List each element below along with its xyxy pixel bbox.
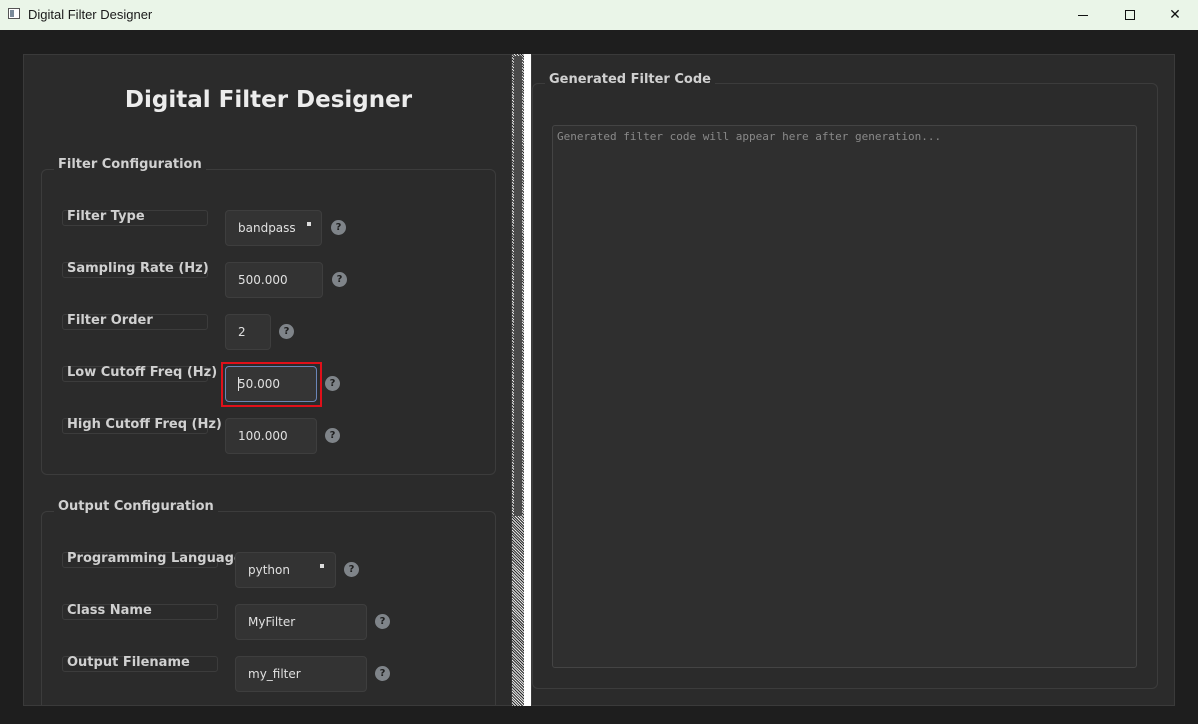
high-cutoff-help-icon[interactable]: ? — [325, 428, 340, 443]
minimize-button[interactable] — [1060, 0, 1106, 30]
sampling-rate-label: Sampling Rate (Hz) — [62, 262, 209, 278]
programming-language-combo[interactable]: python — [235, 552, 336, 588]
output-filename-input[interactable]: my_filter — [235, 656, 367, 692]
programming-language-value: python — [248, 563, 290, 577]
maximize-button[interactable] — [1107, 0, 1153, 30]
left-panel: Digital Filter Designer Filter Configura… — [23, 54, 512, 706]
minimize-icon — [1078, 14, 1088, 16]
output-filename-help-icon[interactable]: ? — [375, 666, 390, 681]
filter-type-label: Filter Type — [62, 210, 208, 226]
filter-configuration-title: Filter Configuration — [54, 157, 206, 172]
filter-order-input[interactable]: 2 — [225, 314, 271, 350]
scrollbar-thumb[interactable] — [514, 56, 522, 516]
high-cutoff-input[interactable]: 100.000 — [225, 418, 317, 454]
right-panel: Generated Filter Code Generated filter c… — [531, 54, 1175, 706]
programming-language-label: Programming Language — [62, 552, 243, 568]
dropdown-arrow-icon[interactable] — [320, 564, 324, 568]
output-configuration-title: Output Configuration — [54, 499, 218, 514]
window-titlebar: Digital Filter Designer ✕ — [0, 0, 1198, 30]
app-icon — [8, 8, 20, 19]
programming-language-help-icon[interactable]: ? — [344, 562, 359, 577]
dropdown-arrow-icon[interactable] — [307, 222, 311, 226]
class-name-help-icon[interactable]: ? — [375, 614, 390, 629]
page-title: Digital Filter Designer — [124, 87, 413, 113]
filter-type-help-icon[interactable]: ? — [331, 220, 346, 235]
low-cutoff-label: Low Cutoff Freq (Hz) — [62, 366, 217, 382]
close-button[interactable]: ✕ — [1152, 0, 1198, 30]
low-cutoff-help-icon[interactable]: ? — [325, 376, 340, 391]
filter-type-value: bandpass — [238, 221, 296, 235]
filter-order-label: Filter Order — [62, 314, 208, 330]
filter-type-combo[interactable]: bandpass — [225, 210, 322, 246]
high-cutoff-label: High Cutoff Freq (Hz) — [62, 418, 222, 434]
maximize-icon — [1125, 10, 1135, 20]
class-name-label: Class Name — [62, 604, 218, 620]
generated-code-title: Generated Filter Code — [545, 72, 715, 87]
text-caret — [238, 377, 239, 391]
generated-code-textarea[interactable]: Generated filter code will appear here a… — [552, 125, 1137, 668]
window-title: Digital Filter Designer — [28, 7, 153, 22]
panel-splitter-handle[interactable] — [524, 54, 531, 706]
filter-order-help-icon[interactable]: ? — [279, 324, 294, 339]
sampling-rate-help-icon[interactable]: ? — [332, 272, 347, 287]
class-name-input[interactable]: MyFilter — [235, 604, 367, 640]
close-icon: ✕ — [1169, 7, 1181, 23]
sampling-rate-input[interactable]: 500.000 — [225, 262, 323, 298]
code-placeholder: Generated filter code will appear here a… — [557, 130, 942, 143]
output-filename-label: Output Filename — [62, 656, 218, 672]
left-panel-scrollbar[interactable] — [512, 54, 524, 706]
